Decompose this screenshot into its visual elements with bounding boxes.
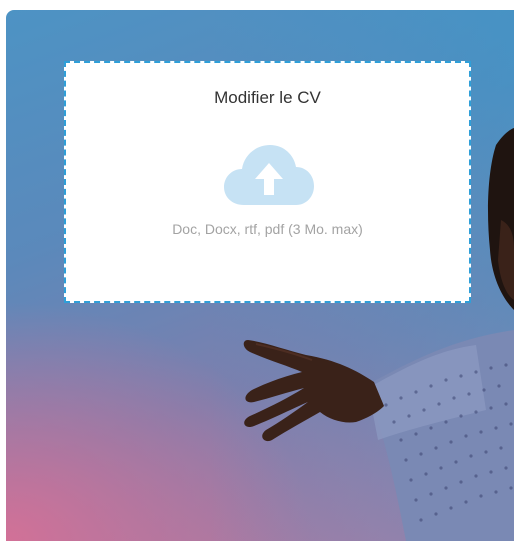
upload-title: Modifier le CV bbox=[214, 88, 321, 107]
cv-upload-dropzone[interactable]: Modifier le CV Doc, Docx, rtf, pdf (3 Mo… bbox=[64, 61, 471, 303]
upload-format-hint: Doc, Docx, rtf, pdf (3 Mo. max) bbox=[172, 221, 363, 237]
cloud-upload-icon bbox=[224, 145, 314, 205]
hero-background: Modifier le CV Doc, Docx, rtf, pdf (3 Mo… bbox=[6, 10, 514, 541]
